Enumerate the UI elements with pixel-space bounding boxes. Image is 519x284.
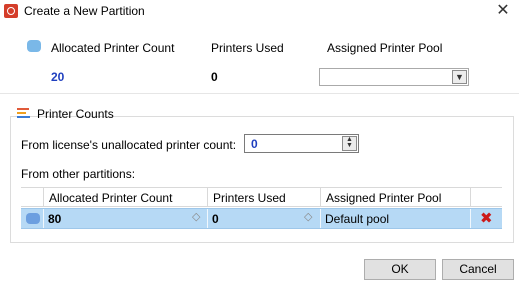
- delete-x-icon[interactable]: ✖: [480, 209, 493, 227]
- column-header-pool[interactable]: Assigned Printer Pool: [320, 188, 470, 207]
- allocated-color-swatch: [27, 40, 41, 52]
- cancel-button[interactable]: Cancel: [442, 259, 514, 280]
- divider: [0, 93, 519, 94]
- title-bar: Create a New Partition ✕: [0, 0, 519, 24]
- assigned-pool-header: Assigned Printer Pool: [327, 41, 443, 55]
- close-icon[interactable]: ✕: [493, 1, 513, 21]
- bar-chart-icon: [17, 108, 31, 121]
- row-pool-cell[interactable]: Default pool: [320, 209, 470, 228]
- spinner-arrows-icon[interactable]: ▲ ▼: [342, 136, 357, 151]
- printer-counts-title: Printer Counts: [37, 107, 114, 121]
- printers-used-value: 0: [211, 70, 218, 84]
- row-allocated-cell[interactable]: 80 ◇: [43, 209, 207, 228]
- unallocated-label: From license's unallocated printer count…: [21, 138, 237, 152]
- spinner-arrows-icon[interactable]: ◇: [192, 210, 200, 223]
- row-allocated-value: 80: [48, 212, 62, 226]
- printer-counts-legend: Printer Counts: [17, 106, 114, 124]
- spinner-arrows-icon[interactable]: ◇: [304, 210, 312, 223]
- allocated-count-value: 20: [51, 70, 65, 84]
- partition-app-icon: [4, 4, 18, 18]
- row-used-cell[interactable]: 0 ◇: [207, 209, 320, 228]
- assigned-pool-select[interactable]: ▼: [319, 68, 469, 86]
- row-pool-value: Default pool: [325, 212, 390, 226]
- printers-used-header: Printers Used: [211, 41, 284, 55]
- table-row[interactable]: 80 ◇ 0 ◇ Default pool ✖: [21, 208, 502, 229]
- ok-button[interactable]: OK: [364, 259, 436, 280]
- row-used-value: 0: [212, 212, 219, 226]
- column-header-allocated[interactable]: Allocated Printer Count: [43, 188, 226, 207]
- column-header-used[interactable]: Printers Used: [207, 188, 321, 207]
- chevron-down-icon[interactable]: ▼: [452, 70, 467, 84]
- window-title: Create a New Partition: [24, 4, 145, 18]
- unallocated-count-value: 0: [251, 137, 258, 151]
- column-header-action: [470, 188, 502, 207]
- partitions-grid-header: Allocated Printer Count Printers Used As…: [21, 187, 502, 207]
- row-delete-cell[interactable]: ✖: [470, 209, 502, 228]
- row-color-swatch: [26, 213, 40, 224]
- allocated-count-header: Allocated Printer Count: [51, 41, 175, 55]
- other-partitions-label: From other partitions:: [21, 167, 136, 181]
- unallocated-count-spinner[interactable]: 0 ▲ ▼: [244, 134, 359, 153]
